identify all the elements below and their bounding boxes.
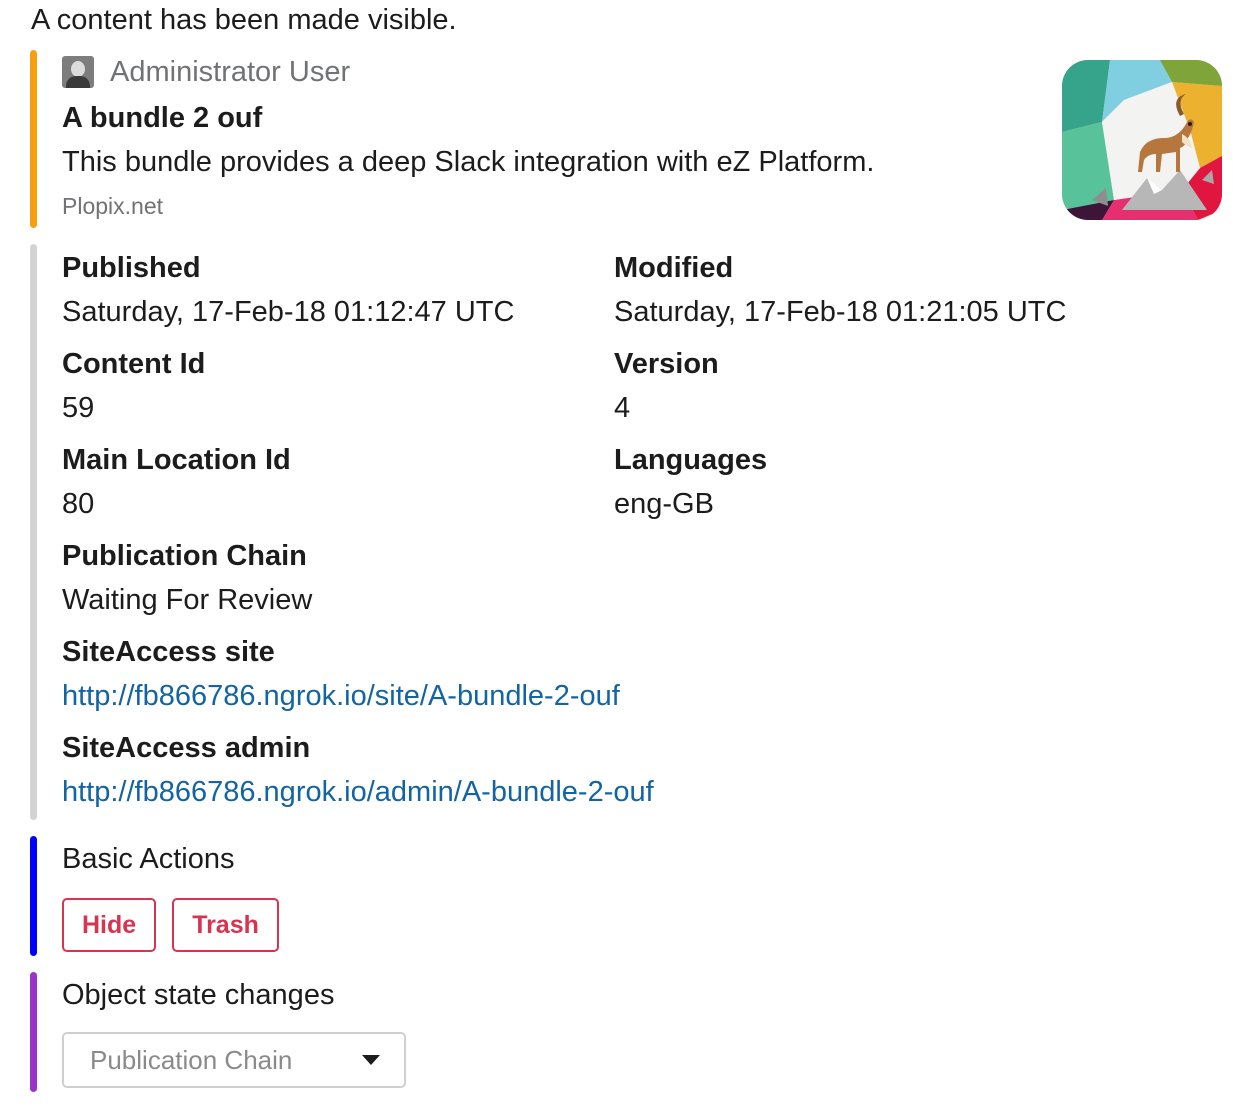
attachment-color-bar bbox=[30, 244, 37, 820]
field-siteaccess-admin: SiteAccess admin http://fb866786.ngrok.i… bbox=[62, 726, 654, 814]
avatar-head-shape bbox=[71, 61, 85, 77]
ibex-slack-logo-icon[interactable] bbox=[1062, 60, 1222, 220]
fields-attachment: Published Saturday, 17-Feb-18 01:12:47 U… bbox=[30, 244, 1222, 820]
field-title: Modified bbox=[614, 252, 734, 284]
field-main-location-id: Main Location Id 80 bbox=[62, 438, 291, 526]
attachment-color-bar bbox=[30, 972, 37, 1092]
field-title: Version bbox=[614, 348, 719, 380]
actions-attachment: Basic Actions Hide Trash bbox=[30, 836, 1222, 956]
attachment-color-bar bbox=[30, 836, 37, 956]
slack-message: A content has been made visible. Adminis… bbox=[0, 0, 1258, 1112]
field-title: Content Id bbox=[62, 348, 206, 380]
field-value: 4 bbox=[614, 392, 631, 424]
chevron-down-icon bbox=[362, 1055, 380, 1065]
avatar-body-shape bbox=[66, 76, 90, 88]
siteaccess-site-link[interactable]: http://fb866786.ngrok.io/site/A-bundle-2… bbox=[62, 674, 620, 718]
field-published: Published Saturday, 17-Feb-18 01:12:47 U… bbox=[62, 246, 514, 334]
field-languages: Languages eng-GB bbox=[614, 438, 767, 526]
state-text: Object state changes bbox=[62, 979, 335, 1011]
field-publication-chain: Publication Chain Waiting For Review bbox=[62, 534, 312, 622]
field-title: Languages bbox=[614, 444, 768, 476]
field-title: Main Location Id bbox=[62, 444, 291, 476]
attachment-color-bar bbox=[30, 50, 37, 228]
hide-button[interactable]: Hide bbox=[62, 898, 157, 952]
trash-button[interactable]: Trash bbox=[172, 898, 279, 952]
field-title: Publication Chain bbox=[62, 540, 307, 572]
state-attachment: Object state changes Publication Chain bbox=[30, 972, 1222, 1092]
field-siteaccess-site: SiteAccess site http://fb866786.ngrok.io… bbox=[62, 630, 620, 718]
field-content-id: Content Id 59 bbox=[62, 342, 205, 430]
field-value: eng-GB bbox=[614, 488, 714, 520]
field-version: Version 4 bbox=[614, 342, 719, 430]
field-value: Saturday, 17-Feb-18 01:12:47 UTC bbox=[62, 296, 515, 328]
attachment-footer: Plopix.net bbox=[62, 193, 164, 219]
select-placeholder: Publication Chain bbox=[90, 1044, 293, 1075]
attachment-title[interactable]: A bundle 2 ouf bbox=[62, 96, 1222, 140]
action-buttons: Hide Trash bbox=[62, 898, 1222, 952]
publication-chain-select[interactable]: Publication Chain bbox=[62, 1032, 406, 1088]
siteaccess-admin-link[interactable]: http://fb866786.ngrok.io/admin/A-bundle-… bbox=[62, 770, 654, 814]
message-text: A content has been made visible. bbox=[31, 4, 457, 36]
author-name[interactable]: Administrator User bbox=[110, 56, 350, 89]
field-value: 59 bbox=[62, 392, 95, 424]
author-avatar[interactable] bbox=[62, 56, 94, 88]
fields-grid: Published Saturday, 17-Feb-18 01:12:47 U… bbox=[62, 244, 1190, 820]
field-value: Waiting For Review bbox=[62, 584, 313, 616]
content-attachment: Administrator User A bundle 2 ouf This b… bbox=[30, 50, 1222, 228]
actions-text: Basic Actions bbox=[62, 843, 235, 875]
attachment-text: This bundle provides a deep Slack integr… bbox=[62, 146, 875, 178]
attachment-author: Administrator User bbox=[62, 50, 1222, 94]
field-title: SiteAccess admin bbox=[62, 732, 311, 764]
field-modified: Modified Saturday, 17-Feb-18 01:21:05 UT… bbox=[614, 246, 1066, 334]
field-title: Published bbox=[62, 252, 201, 284]
field-value: Saturday, 17-Feb-18 01:21:05 UTC bbox=[614, 296, 1067, 328]
field-value: 80 bbox=[62, 488, 95, 520]
field-title: SiteAccess site bbox=[62, 636, 275, 668]
